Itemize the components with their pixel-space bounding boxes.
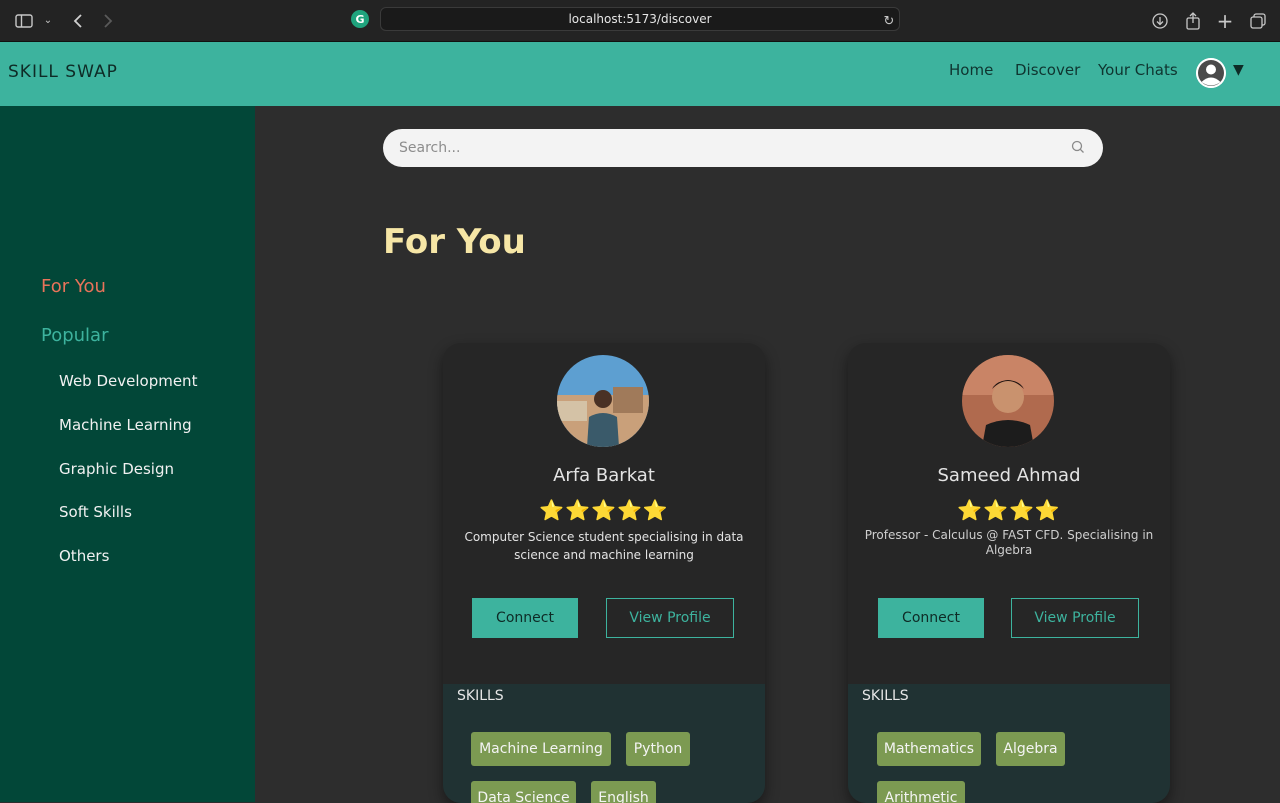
search-bar [383,129,1103,167]
tab-overview-icon[interactable] [1246,9,1270,33]
profile-photo[interactable] [557,355,649,447]
address-bar[interactable]: localhost:5173/discover [380,7,900,31]
brand-logo[interactable]: SKILL SWAP [8,62,118,82]
skill-tag[interactable]: Machine Learning [471,732,611,766]
sidebar-toggle-icon[interactable] [12,9,36,33]
view-profile-button[interactable]: View Profile [606,598,734,638]
forward-arrow-icon[interactable] [96,9,120,33]
sidebar-item-for-you[interactable]: For You [41,276,106,297]
skill-tag[interactable]: Algebra [996,732,1065,766]
nav-link-your-chats[interactable]: Your Chats [1098,61,1178,79]
grammarly-icon[interactable]: G [351,10,369,28]
reload-icon[interactable]: ↻ [877,9,901,33]
nav-link-discover[interactable]: Discover [1015,61,1080,79]
url-text: localhost:5173/discover [568,12,712,26]
user-avatar-icon[interactable] [1196,58,1226,88]
skill-tag[interactable]: Python [626,732,690,766]
sidebar-item-web-development[interactable]: Web Development [59,372,197,390]
rating-stars: ⭐⭐⭐⭐ [957,498,1061,522]
skill-tag[interactable]: English [591,781,656,803]
skills-heading: SKILLS [457,688,504,704]
connect-button[interactable]: Connect [878,598,984,638]
skill-tag[interactable]: Arithmetic [877,781,965,803]
user-bio: Professor - Calculus @ FAST CFD. Special… [864,528,1154,557]
skill-tag[interactable]: Data Science [471,781,576,803]
browser-toolbar: ⌄ G localhost:5173/discover ↻ + [0,0,1280,42]
user-card: Arfa Barkat ⭐⭐⭐⭐⭐ Computer Science stude… [443,343,765,803]
page-title: For You [383,222,526,262]
user-name: Arfa Barkat [553,465,655,486]
user-card: Sameed Ahmad ⭐⭐⭐⭐ Professor - Calculus @… [848,343,1170,803]
account-caret-icon[interactable]: ▼ [1233,62,1244,78]
download-icon[interactable] [1148,9,1172,33]
skill-tag[interactable]: Mathematics [877,732,981,766]
profile-photo[interactable] [962,355,1054,447]
new-tab-icon[interactable]: + [1213,9,1237,33]
chevron-down-icon[interactable]: ⌄ [36,9,60,33]
connect-button[interactable]: Connect [472,598,578,638]
sidebar-item-popular[interactable]: Popular [41,325,109,346]
view-profile-button[interactable]: View Profile [1011,598,1139,638]
sidebar-item-graphic-design[interactable]: Graphic Design [59,460,174,478]
user-name: Sameed Ahmad [937,465,1081,486]
skills-panel: SKILLS Mathematics Algebra Arithmetic [848,684,1170,803]
skills-panel: SKILLS Machine Learning Python Data Scie… [443,684,765,803]
skills-heading: SKILLS [862,688,909,704]
back-arrow-icon[interactable] [66,9,90,33]
search-input[interactable] [399,138,1059,158]
search-icon[interactable] [1070,139,1086,155]
app-navbar: SKILL SWAP Home Discover Your Chats ▼ [0,42,1280,106]
sidebar-item-soft-skills[interactable]: Soft Skills [59,503,132,521]
rating-stars: ⭐⭐⭐⭐⭐ [539,498,669,522]
sidebar-item-machine-learning[interactable]: Machine Learning [59,416,192,434]
share-icon[interactable] [1181,9,1205,33]
sidebar-item-others[interactable]: Others [59,547,109,565]
user-bio: Computer Science student specialising in… [464,530,744,562]
category-sidebar: For You Popular Web Development Machine … [0,106,255,802]
nav-link-home[interactable]: Home [949,61,993,79]
